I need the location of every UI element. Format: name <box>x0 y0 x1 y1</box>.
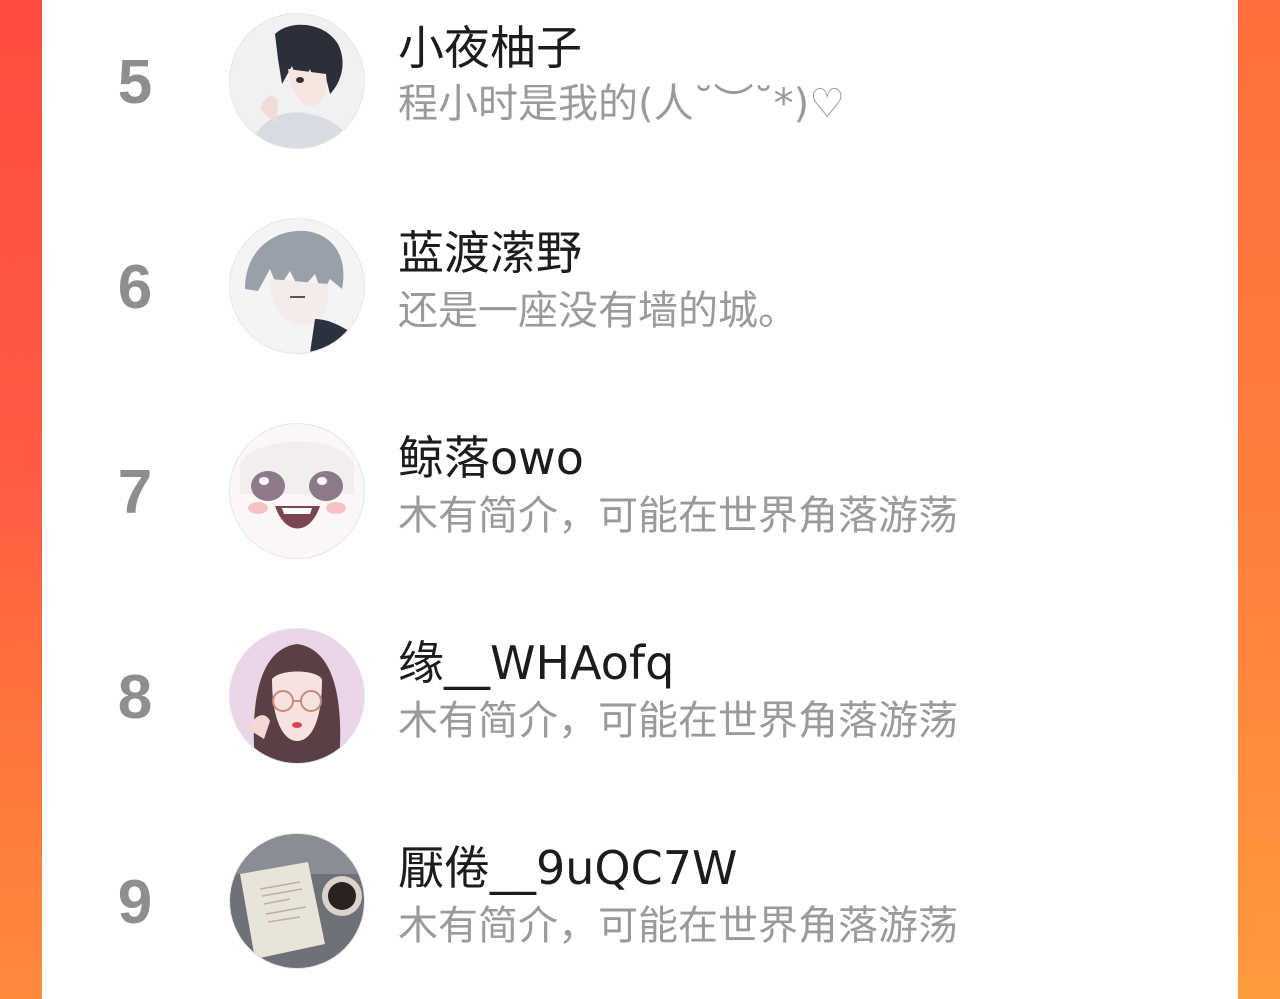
user-avatar[interactable] <box>230 219 364 353</box>
avatar-anime-boy-dark-hair-icon <box>230 14 364 148</box>
user-name: 蓝渡潆野 <box>398 226 582 280</box>
list-item[interactable]: 6 蓝渡潆野 还是一座没有墙的城。 <box>42 205 1238 385</box>
user-bio: 还是一座没有墙的城。 <box>398 288 798 334</box>
user-bio: 木有简介，可能在世界角落游荡 <box>398 698 958 744</box>
rank-number: 6 <box>117 253 153 322</box>
avatar-girl-glasses-icon <box>230 629 364 763</box>
user-bio: 木有简介，可能在世界角落游荡 <box>398 903 958 949</box>
avatar-anime-girl-crying-icon <box>230 424 364 558</box>
user-avatar[interactable] <box>230 424 364 558</box>
user-avatar[interactable] <box>230 834 364 968</box>
list-item[interactable]: 5 小夜柚子 程小时是我的(人˘︶˘*)♡ <box>42 0 1238 180</box>
rank-number: 8 <box>117 663 153 732</box>
background-right-edge <box>1238 0 1280 999</box>
rank-number: 5 <box>117 48 153 117</box>
user-bio: 木有简介，可能在世界角落游荡 <box>398 493 958 539</box>
user-avatar[interactable] <box>230 14 364 148</box>
user-name: 鲸落owo <box>398 431 584 485</box>
rank-number: 7 <box>117 458 153 527</box>
list-item[interactable]: 8 缘__WHAofq 木有简介，可能在世界角落游荡 <box>42 615 1238 795</box>
user-bio: 程小时是我的(人˘︶˘*)♡ <box>398 81 846 127</box>
user-avatar[interactable] <box>230 629 364 763</box>
user-name: 缘__WHAofq <box>398 636 675 690</box>
user-name: 小夜柚子 <box>398 21 582 75</box>
avatar-anime-boy-silver-hair-icon <box>230 219 364 353</box>
list-item[interactable]: 9 厭倦__9uQC7W 木有简介，可能在世界角落游荡 <box>42 820 1238 999</box>
list-item[interactable]: 7 鲸落owo 木有简介，可能在世界角落游荡 <box>42 410 1238 590</box>
ranking-list: 5 小夜柚子 程小时是我的(人˘︶˘*)♡ 6 蓝渡潆野 还是一座没有墙的城。 … <box>42 0 1238 999</box>
user-name: 厭倦__9uQC7W <box>398 841 738 895</box>
rank-number: 9 <box>117 868 153 937</box>
avatar-book-and-coffee-icon <box>230 834 364 968</box>
